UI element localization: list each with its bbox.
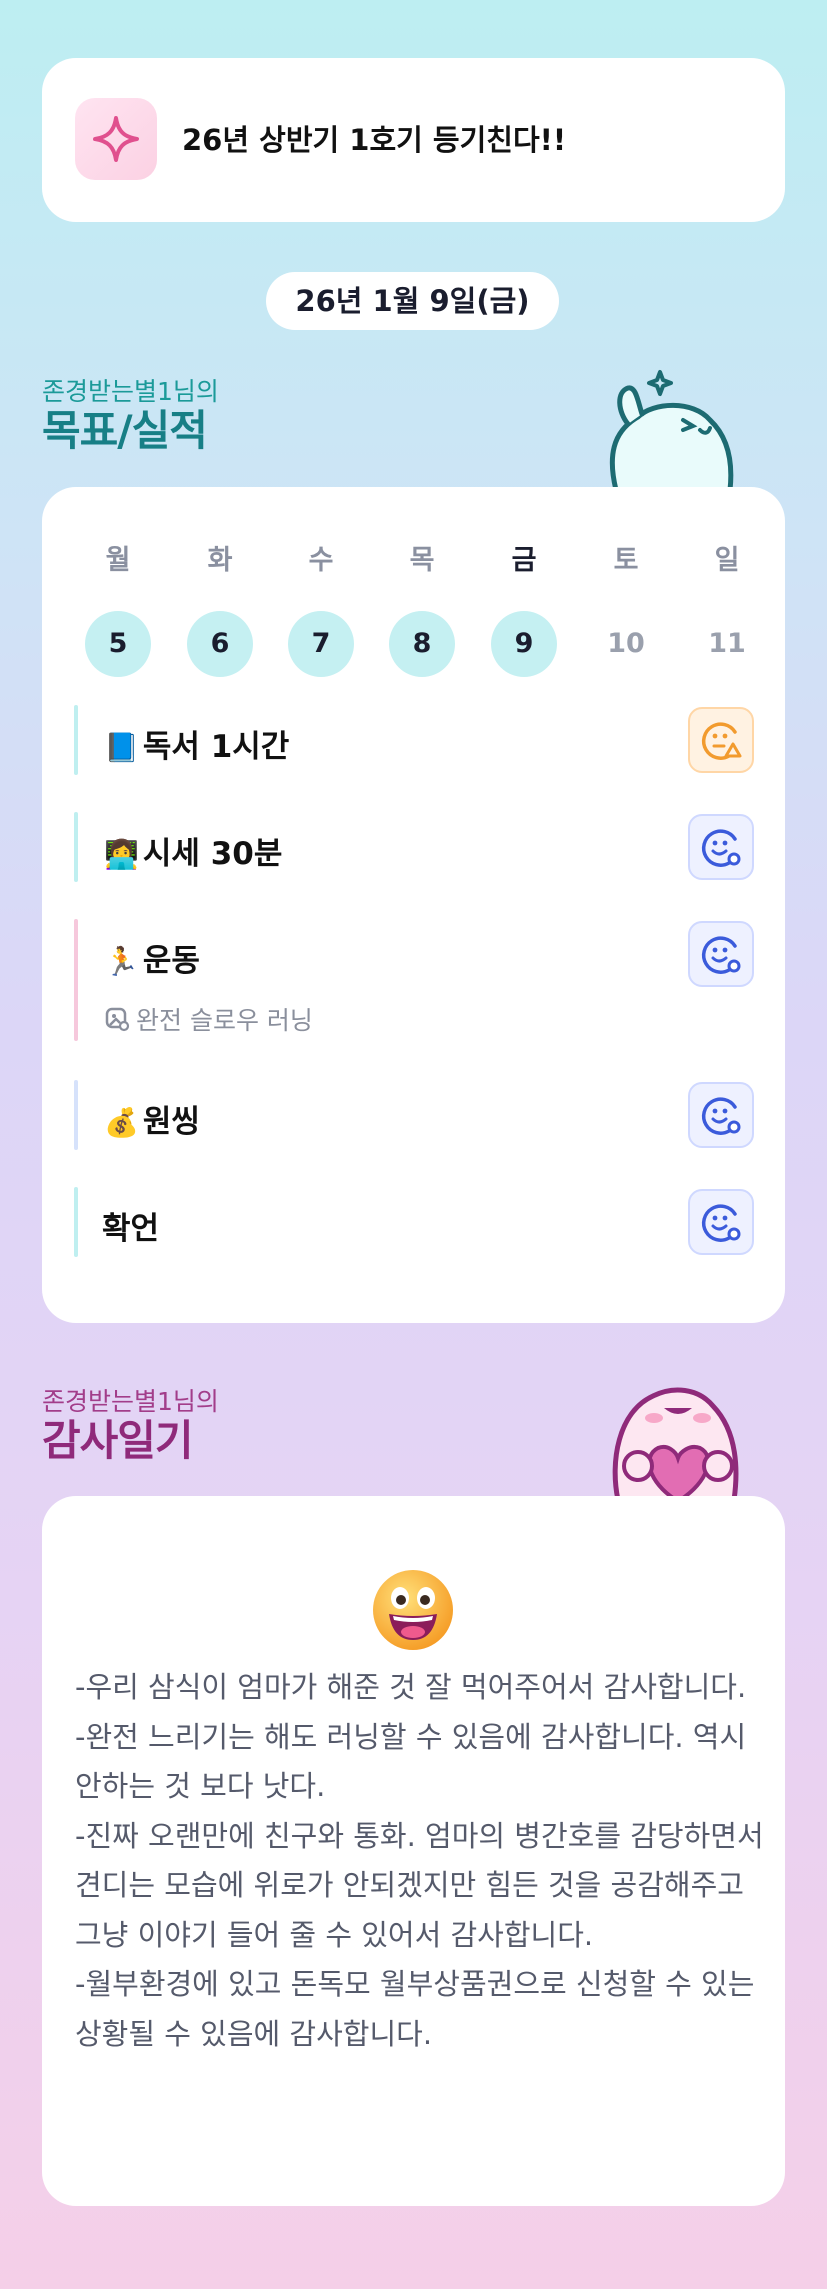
day-number: 6 [187,611,253,677]
goal-label: 확언 [102,1211,160,1247]
smile-check-icon[interactable] [688,1082,754,1148]
day-fri[interactable]: 금 9 [491,541,557,677]
day-sat[interactable]: 토 10 [593,541,659,677]
day-number: 8 [389,611,455,677]
book-icon: 📘 [104,731,139,764]
thanks-title: 감사일기 [42,1416,194,1465]
day-name: 화 [207,545,233,576]
day-sun[interactable]: 일 11 [694,541,760,677]
goal-label: 📘 독서 1시간 [104,729,290,765]
runner-icon: 🏃 [104,945,139,978]
day-mon[interactable]: 월 5 [85,541,151,677]
goal-row-exercise[interactable]: 🏃 운동 완전 슬로우 러닝 [74,919,754,1041]
date-selector[interactable]: 26년 1월 9일(금) [266,272,559,330]
goal-bar [74,1080,78,1150]
goal-bar [74,812,78,882]
gratitude-card: -우리 삼식이 엄마가 해준 것 잘 먹어주어서 감사합니다. -완전 느리기는… [42,1496,785,2206]
day-number: 10 [607,628,645,659]
smile-check-icon[interactable] [688,1189,754,1255]
day-name: 토 [613,545,639,576]
day-wed[interactable]: 수 7 [288,541,354,677]
goal-label: 👩‍💻 시세 30분 [104,836,283,872]
goals-card: 월 5 화 6 수 7 목 8 금 9 토 10 일 11 📘 독서 1시간 👩… [42,487,785,1323]
sparkle-icon [75,98,157,180]
goal-note: 완전 슬로우 러닝 [104,1001,313,1038]
day-number: 7 [288,611,354,677]
day-name: 일 [714,545,740,576]
day-name: 월 [105,545,131,576]
warning-face-icon[interactable] [688,707,754,773]
day-thu[interactable]: 목 8 [389,541,455,677]
image-note-icon [104,1006,130,1038]
mascot-heart-illustration [612,1387,739,1500]
grinning-face-icon [373,1570,453,1650]
smile-check-icon[interactable] [688,921,754,987]
smile-check-icon[interactable] [688,814,754,880]
day-name: 수 [308,545,334,576]
day-name: 목 [409,545,435,576]
laptop-person-icon: 👩‍💻 [104,838,139,871]
goal-bar [74,705,78,775]
money-bag-icon: 💰 [104,1106,139,1139]
goal-row-market[interactable]: 👩‍💻 시세 30분 [74,812,754,882]
goal-row-onething[interactable]: 💰 원씽 [74,1080,754,1150]
goal-row-reading[interactable]: 📘 독서 1시간 [74,705,754,775]
challenge-title: 26년 상반기 1호기 등기친다!! [182,123,567,157]
day-tue[interactable]: 화 6 [187,541,253,677]
mascot-star-illustration [609,370,734,490]
goal-bar [74,919,78,1041]
day-number: 5 [85,611,151,677]
day-name: 금 [511,545,537,576]
goal-row-affirmation[interactable]: 확언 [74,1187,754,1257]
goal-label: 🏃 운동 [104,943,200,979]
challenge-banner[interactable]: 26년 상반기 1호기 등기친다!! [42,58,785,222]
goal-bar [74,1187,78,1257]
goal-label: 💰 원씽 [104,1104,200,1140]
gratitude-text[interactable]: -우리 삼식이 엄마가 해준 것 잘 먹어주어서 감사합니다. -완전 느리기는… [75,1663,765,2059]
day-number: 11 [708,628,746,659]
goals-title: 목표/실적 [42,406,208,455]
day-number: 9 [491,611,557,677]
